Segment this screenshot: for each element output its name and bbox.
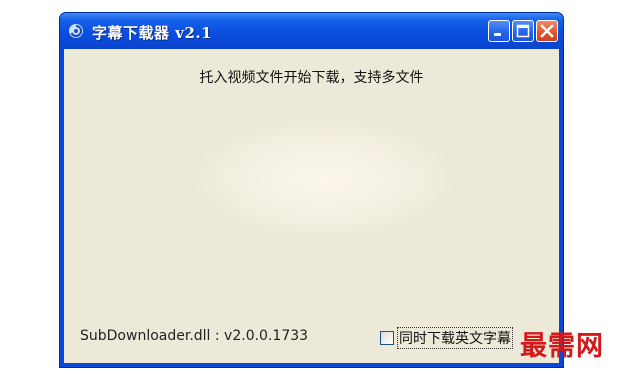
maximize-button[interactable] <box>512 20 534 42</box>
drop-zone[interactable]: 托入视频文件开始下载，支持多文件 SubDownloader.dll : v2.… <box>64 49 559 363</box>
minimize-button[interactable] <box>488 20 510 42</box>
app-window: 字幕下载器 v2.1 托入视频文件开始下载，支持多文件 SubDownloade… <box>59 12 564 368</box>
drop-instruction: 托入视频文件开始下载，支持多文件 <box>199 70 424 86</box>
english-subtitle-option[interactable]: 同时下载英文字幕 <box>380 327 513 349</box>
close-icon <box>540 24 554 38</box>
english-subtitle-label[interactable]: 同时下载英文字幕 <box>397 327 513 349</box>
app-swirl-icon <box>69 24 83 38</box>
maximize-icon <box>516 24 530 38</box>
english-subtitle-checkbox[interactable] <box>380 331 394 345</box>
window-title: 字幕下载器 v2.1 <box>92 24 213 42</box>
title-bar[interactable]: 字幕下载器 v2.1 <box>60 13 563 49</box>
watermark-text: 最需网 <box>520 331 604 362</box>
version-label: SubDownloader.dll : v2.0.0.1733 <box>80 328 309 344</box>
drop-zone-glow <box>194 119 454 239</box>
close-button[interactable] <box>536 20 558 42</box>
minimize-icon <box>494 33 501 36</box>
